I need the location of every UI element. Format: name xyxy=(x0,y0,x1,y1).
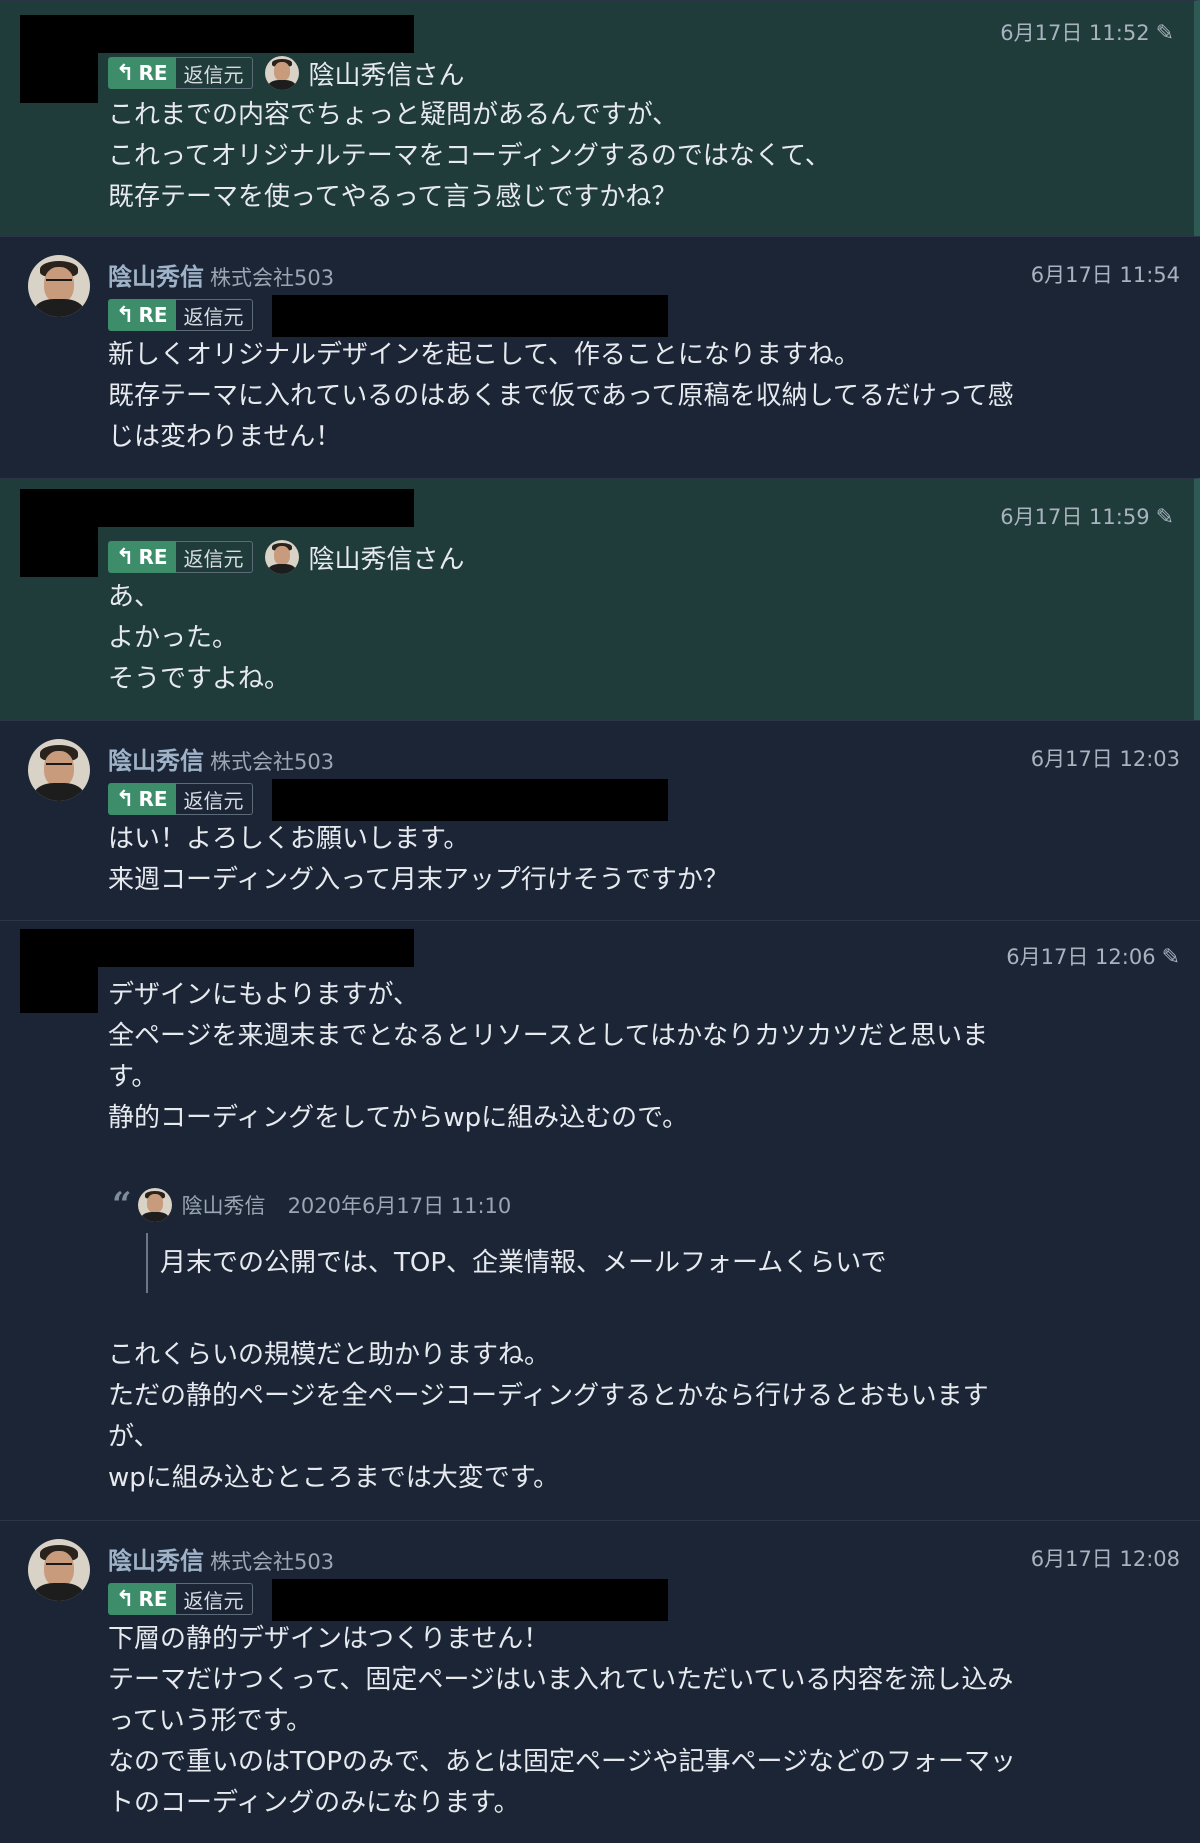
message-time: 6月17日 12:06 ✎ xyxy=(1006,945,1180,970)
reply-to-name: 陰山秀信さん xyxy=(308,544,465,575)
message-body: これまでの内容でちょっと疑問があるんですが、 これってオリジナルテーマをコーディ… xyxy=(108,100,831,212)
reply-source-label: 返信元 xyxy=(175,541,253,573)
quote-header: “ 陰山秀信 2020年6月17日 11:10 xyxy=(112,1185,1062,1225)
reply-source-label: 返信元 xyxy=(175,1583,253,1615)
sender-name[interactable]: 陰山秀信 株式会社503 xyxy=(108,257,334,292)
quote-avatar xyxy=(137,1188,172,1222)
redacted-block xyxy=(20,15,414,53)
message-6: 陰山秀信 株式会社503 6月17日 12:08 ↰ RE 返信元 下層の静的デザイ… xyxy=(0,1520,1200,1843)
edit-pencil-icon[interactable]: ✎ xyxy=(1162,945,1180,970)
reply-indicator[interactable]: ↰ RE 返信元 xyxy=(108,783,253,815)
reply-avatar xyxy=(264,56,299,90)
message-3: 6月17日 11:59 ✎ ↰ RE 返信元 陰山秀信さん あ、 よかった。 そうで… xyxy=(0,478,1200,720)
reply-to-name: 陰山秀信さん xyxy=(308,60,465,91)
avatar[interactable] xyxy=(28,255,90,317)
reply-source-label: 返信元 xyxy=(175,299,253,331)
message-body: 下層の静的デザインはつくりません！ テーマだけつくって、固定ページはいま入れてい… xyxy=(108,1624,1016,1818)
reply-indicator[interactable]: ↰ RE 返信元 xyxy=(108,1583,253,1615)
redacted-block xyxy=(20,967,98,1013)
redacted-block xyxy=(272,1579,668,1621)
redacted-block xyxy=(20,929,414,967)
message-1: 6月17日 11:52 ✎ ↰ RE 返信元 陰山秀信さん これまでの内容でちょっと… xyxy=(0,0,1200,236)
quote-block: “ 陰山秀信 2020年6月17日 11:10 月末での公開では、TOP、企業情… xyxy=(112,1185,1062,1293)
reply-arrow-icon: ↰ xyxy=(116,786,135,812)
message-5: 6月17日 12:06 ✎ デザインにもよりますが、 全ページを来週末までとなると… xyxy=(0,920,1200,1520)
redacted-block xyxy=(20,53,98,103)
message-time: 6月17日 12:03 xyxy=(1030,747,1180,771)
message-time: 6月17日 11:54 xyxy=(1030,263,1180,287)
edit-pencil-icon[interactable]: ✎ xyxy=(1156,505,1174,530)
message-4: 陰山秀信 株式会社503 6月17日 12:03 ↰ RE 返信元 はい！よろしくお… xyxy=(0,720,1200,920)
sender-org: 株式会社503 xyxy=(210,1550,335,1574)
quote-icon: “ xyxy=(112,1185,132,1225)
sender-org: 株式会社503 xyxy=(210,266,335,290)
redacted-block xyxy=(272,295,668,337)
message-body: はい！よろしくお願いします。 来週コーディング入って月末アップ行けそうですか？ xyxy=(108,824,729,895)
edit-pencil-icon[interactable]: ✎ xyxy=(1156,21,1174,46)
re-badge: ↰ RE xyxy=(108,783,176,815)
redacted-block xyxy=(272,779,668,821)
reply-arrow-icon: ↰ xyxy=(116,60,135,86)
reply-arrow-icon: ↰ xyxy=(116,1586,135,1612)
sender-name[interactable]: 陰山秀信 株式会社503 xyxy=(108,1541,334,1576)
avatar[interactable] xyxy=(28,1539,90,1601)
message-2: 陰山秀信 株式会社503 6月17日 11:54 ↰ RE 返信元 新しくオリジナル… xyxy=(0,236,1200,478)
message-time: 6月17日 11:59 ✎ xyxy=(1000,505,1174,530)
reply-source-label: 返信元 xyxy=(175,783,253,815)
reply-arrow-icon: ↰ xyxy=(116,302,135,328)
re-badge: ↰ RE xyxy=(108,541,176,573)
message-body: あ、 よかった。 そうですよね。 xyxy=(108,582,291,694)
reply-source-label: 返信元 xyxy=(175,57,253,89)
quote-text: 月末での公開では、TOP、企業情報、メールフォームくらいで xyxy=(146,1233,1062,1293)
reply-indicator[interactable]: ↰ RE 返信元 陰山秀信さん xyxy=(108,56,465,91)
sender-name[interactable]: 陰山秀信 株式会社503 xyxy=(108,741,334,776)
message-body: デザインにもよりますが、 全ページを来週末までとなるとリソースとしてはかなりカツ… xyxy=(108,980,989,1133)
re-badge: ↰ RE xyxy=(108,57,176,89)
reply-indicator[interactable]: ↰ RE 返信元 xyxy=(108,299,253,331)
re-badge: ↰ RE xyxy=(108,299,176,331)
redacted-block xyxy=(20,489,414,527)
quote-author[interactable]: 陰山秀信 xyxy=(182,1190,266,1220)
avatar[interactable] xyxy=(28,739,90,801)
quote-date[interactable]: 2020年6月17日 11:10 xyxy=(288,1190,512,1220)
message-time: 6月17日 11:52 ✎ xyxy=(1000,21,1174,46)
message-time: 6月17日 12:08 xyxy=(1030,1547,1180,1571)
redacted-block xyxy=(20,527,98,577)
reply-arrow-icon: ↰ xyxy=(116,544,135,570)
reply-indicator[interactable]: ↰ RE 返信元 陰山秀信さん xyxy=(108,540,465,575)
message-body: 新しくオリジナルデザインを起こして、作ることになりますね。 既存テーマに入れてい… xyxy=(108,340,1014,452)
message-body-continued: これくらいの規模だと助かりますね。 ただの静的ページを全ページコーディングすると… xyxy=(108,1340,989,1493)
sender-org: 株式会社503 xyxy=(210,750,335,774)
re-badge: ↰ RE xyxy=(108,1583,176,1615)
reply-avatar xyxy=(264,540,299,574)
